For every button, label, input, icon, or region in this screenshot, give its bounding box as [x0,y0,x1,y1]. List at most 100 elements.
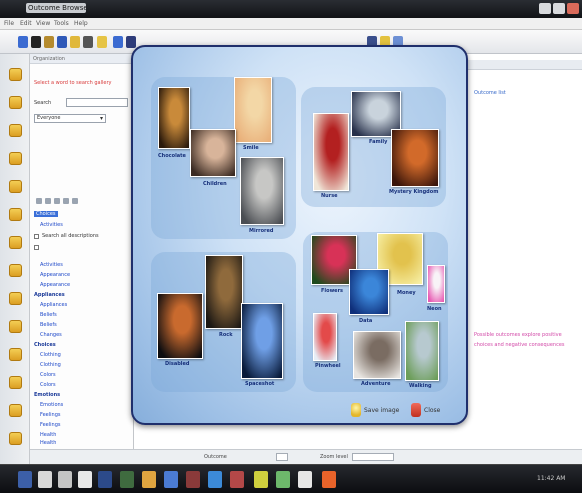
app-icon[interactable] [186,471,200,488]
list-item[interactable]: Appearance [40,282,70,288]
list-item[interactable]: Changes [40,332,62,338]
folder-icon[interactable] [9,124,22,137]
folder-icon[interactable] [9,152,22,165]
lightbulb-icon[interactable] [70,36,80,48]
search-icon[interactable] [57,36,67,48]
photo-adventure[interactable] [353,331,401,379]
list-item[interactable]: Activities [40,222,63,228]
menu-help[interactable]: Help [74,19,88,29]
list-item[interactable]: Choices [34,211,58,217]
folder-icon[interactable] [9,236,22,249]
photo-chocolate[interactable] [158,87,190,149]
photo-pinwheel[interactable] [313,313,337,361]
list-item[interactable]: Clothing [40,362,61,368]
photo-nurse[interactable] [313,113,349,191]
list-item[interactable]: Appliances [34,292,65,298]
photo-data[interactable] [349,269,389,315]
app-icon[interactable] [254,471,268,488]
open-icon[interactable] [31,36,41,48]
list-item[interactable]: Clothing [40,352,61,358]
folder-icon[interactable] [9,376,22,389]
maximize-button[interactable] [553,3,565,14]
new-icon[interactable] [18,36,28,48]
cut-icon[interactable] [113,36,123,48]
list-item[interactable]: Emotions [34,392,60,398]
photo-neon[interactable] [427,265,445,303]
tool-icon[interactable] [83,36,93,48]
list-item[interactable]: Feelings [40,412,60,418]
minimize-button[interactable] [539,3,551,14]
list-item[interactable]: Appearance [40,272,70,278]
panel-header: Organization [30,54,134,64]
app-icon[interactable] [142,471,156,488]
list-item[interactable]: Activities [40,262,63,268]
list-item[interactable]: Feelings [40,422,60,428]
document-icon[interactable] [38,471,52,488]
firefox-icon[interactable] [322,471,336,488]
folder-icon[interactable] [97,36,107,48]
folder-icon[interactable] [9,68,22,81]
app-icon[interactable] [164,471,178,488]
app-icon[interactable] [298,471,312,488]
mail-icon[interactable] [98,471,112,488]
bold-icon[interactable] [36,198,42,204]
folder-icon[interactable] [9,208,22,221]
list-item[interactable]: Beliefs [40,312,57,318]
photo-spaceshot[interactable] [241,303,283,379]
file-icon[interactable] [58,471,72,488]
folder-icon[interactable] [9,320,22,333]
list-item[interactable]: Colors [40,372,56,378]
zoom-field[interactable] [352,453,394,461]
close-window-button[interactable] [567,3,579,14]
list-item[interactable]: Health [40,440,56,446]
folder-icon[interactable] [9,96,22,109]
indent-icon[interactable] [72,198,78,204]
status-field[interactable] [276,453,288,461]
folder-icon[interactable] [9,348,22,361]
menu-tools[interactable]: Tools [54,19,69,29]
italic-icon[interactable] [45,198,51,204]
photo-children[interactable] [190,129,236,177]
folder-icon[interactable] [9,292,22,305]
list-icon[interactable] [63,198,69,204]
list-item[interactable]: Beliefs [40,322,57,328]
photo-disabled[interactable] [157,293,203,359]
photo-rock[interactable] [205,255,243,329]
start-icon[interactable] [18,471,32,488]
document-line: choices and negative consequences [474,342,565,348]
menu-file[interactable]: File [4,19,14,29]
list-item[interactable]: Emotions [40,402,63,408]
app-icon[interactable] [276,471,290,488]
search-all-checkbox[interactable] [34,234,39,239]
photo-smile[interactable] [234,77,272,143]
menu-view[interactable]: View [36,19,50,29]
menu-edit[interactable]: Edit [20,19,32,29]
search-input[interactable] [66,98,128,107]
photo-label: Flowers [321,288,344,294]
app-icon[interactable] [230,471,244,488]
photo-label: Rock [219,332,233,338]
folder-icon[interactable] [9,432,22,445]
list-item[interactable]: Health [40,432,56,438]
folder-icon[interactable] [9,264,22,277]
app-icon[interactable] [208,471,222,488]
folder-icon[interactable] [9,404,22,417]
list-item[interactable]: Colors [40,382,56,388]
close-button[interactable]: Close [411,402,440,418]
photo-walking[interactable] [405,321,439,381]
photo-label: Smile [243,145,259,151]
copy-icon[interactable] [126,36,136,48]
photo-label: Chocolate [158,153,186,159]
photo-mirrored[interactable] [240,157,284,225]
option-checkbox[interactable] [34,245,39,250]
list-item[interactable]: Choices [34,342,56,348]
folder-icon[interactable] [9,180,22,193]
save-icon[interactable] [44,36,54,48]
audience-select[interactable]: Everyone [34,114,106,123]
save-image-button[interactable]: Save image [351,402,399,418]
folder-icon[interactable] [78,471,92,488]
underline-icon[interactable] [54,198,60,204]
app-icon[interactable] [120,471,134,488]
photo-mystery-kingdom[interactable] [391,129,439,187]
list-item[interactable]: Appliances [40,302,67,308]
